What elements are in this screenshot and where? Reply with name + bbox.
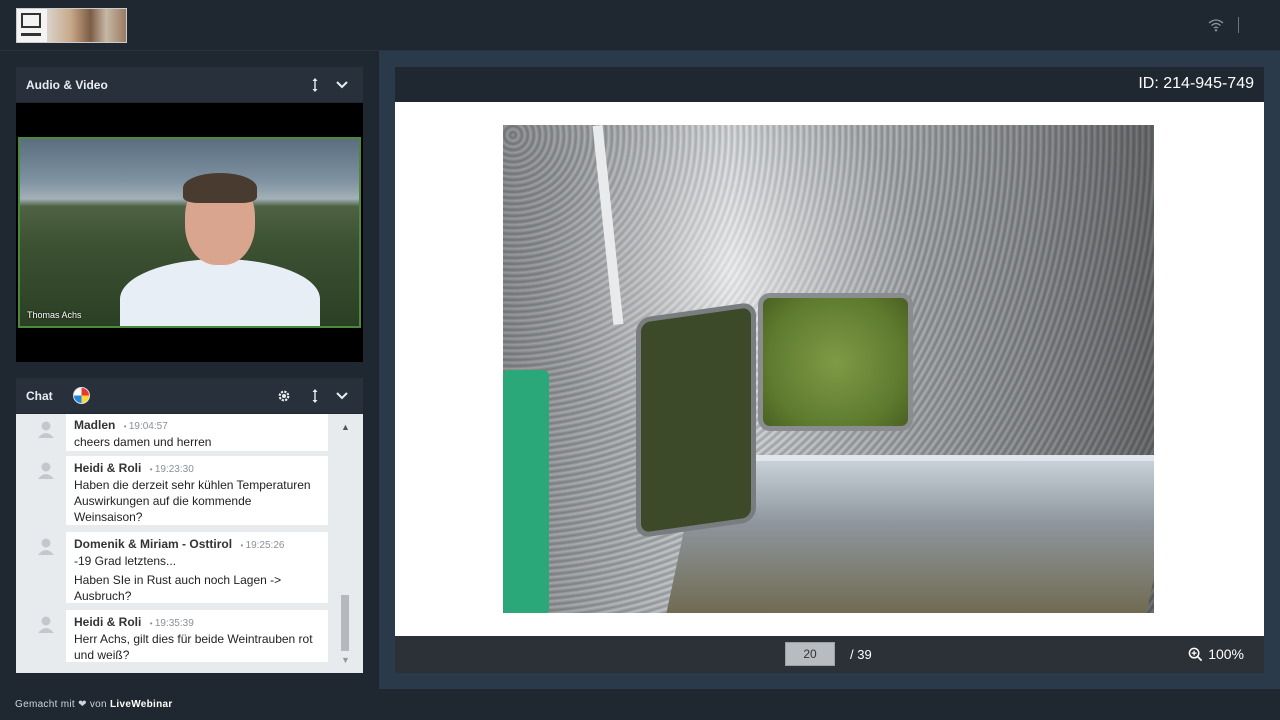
message-text: Haben SIe in Rust auch noch Lagen -> Aus… [74, 573, 282, 603]
chevron-down-icon[interactable] [333, 76, 351, 94]
meeting-id: ID: 214-945-749 [1138, 75, 1254, 92]
chat-message-list[interactable]: Madlen 19:04:57 cheers damen und herren … [16, 414, 363, 673]
chat-message: Heidi & Roli 19:35:39 Herr Achs, gilt di… [66, 610, 328, 662]
message-author: Heidi & Roli [74, 615, 142, 629]
zoom-control[interactable]: 100% [1188, 646, 1244, 662]
message-text: -19 Grad letztens... [74, 554, 177, 568]
presentation-footer: / 39 100% [395, 636, 1264, 673]
chat-scrollbar[interactable]: ▲ ▼ [339, 420, 351, 665]
tank-hatch [758, 293, 913, 431]
message-author: Madlen [74, 418, 116, 432]
zoom-level: 100% [1208, 646, 1244, 662]
message-time: 19:25:26 [240, 540, 284, 551]
video-hair [183, 173, 257, 203]
user-avatar-icon [38, 462, 54, 479]
scroll-up-icon[interactable]: ▲ [341, 422, 350, 432]
slide-canvas [395, 102, 1264, 636]
av-panel-title: Audio & Video [26, 77, 108, 92]
zoom-in-icon[interactable] [1188, 647, 1203, 662]
message-text: Herr Achs, gilt dies für beide Weintraub… [74, 632, 313, 662]
wifi-icon [1208, 19, 1224, 32]
brand-logo[interactable] [16, 8, 127, 43]
scroll-down-icon[interactable]: ▼ [341, 655, 350, 665]
page-number-input[interactable] [785, 642, 835, 666]
message-text: cheers damen und herren [74, 435, 212, 449]
chat-message: Domenik & Miriam - Osttirol 19:25:26 -19… [66, 532, 328, 603]
presentation-header: ID: 214-945-749 [395, 67, 1264, 102]
footer-brand[interactable]: LiveWebinar [110, 699, 173, 710]
chat-panel-header: Chat [16, 378, 363, 413]
video-participant-name: Thomas Achs [27, 310, 82, 320]
slide-image [503, 125, 1154, 613]
scrollbar-thumb[interactable] [341, 595, 349, 651]
heart-icon: ❤ [78, 699, 87, 710]
message-time: 19:04:57 [124, 421, 168, 432]
chat-message: Madlen 19:04:57 cheers damen und herren [66, 414, 328, 451]
topbar-divider [1238, 17, 1239, 33]
footer-prefix: Gemacht mit [15, 699, 75, 710]
video-shirt [120, 259, 320, 326]
message-time: 19:23:30 [150, 464, 194, 475]
footer-middle: von [89, 699, 107, 710]
footer-credit[interactable]: Gemacht mit ❤ von LiveWebinar [15, 699, 173, 710]
logo-photo [47, 9, 126, 42]
chat-message: Heidi & Roli 19:23:30 Haben die derzeit … [66, 456, 328, 525]
tank-door [636, 301, 756, 539]
user-avatar-icon [38, 616, 54, 633]
user-avatar-icon [38, 538, 54, 555]
chevron-down-icon[interactable] [333, 387, 351, 405]
top-bar [0, 0, 1280, 51]
message-time: 19:35:39 [150, 618, 194, 629]
page-total: / 39 [850, 647, 872, 662]
drag-handle-icon[interactable] [306, 76, 324, 94]
gear-icon[interactable] [275, 387, 293, 405]
logo-mark [17, 9, 47, 42]
video-tile[interactable]: Thomas Achs [18, 137, 361, 328]
green-post [503, 370, 549, 613]
av-panel-header: Audio & Video [16, 67, 363, 102]
av-panel-body: Thomas Achs [16, 103, 363, 362]
language-flag-icon[interactable] [73, 387, 90, 404]
chat-panel-title: Chat [26, 388, 53, 403]
message-text: Haben die derzeit sehr kühlen Temperatur… [74, 478, 311, 524]
drag-handle-icon[interactable] [306, 387, 324, 405]
message-author: Domenik & Miriam - Osttirol [74, 537, 233, 551]
user-avatar-icon [38, 421, 54, 438]
message-author: Heidi & Roli [74, 461, 142, 475]
